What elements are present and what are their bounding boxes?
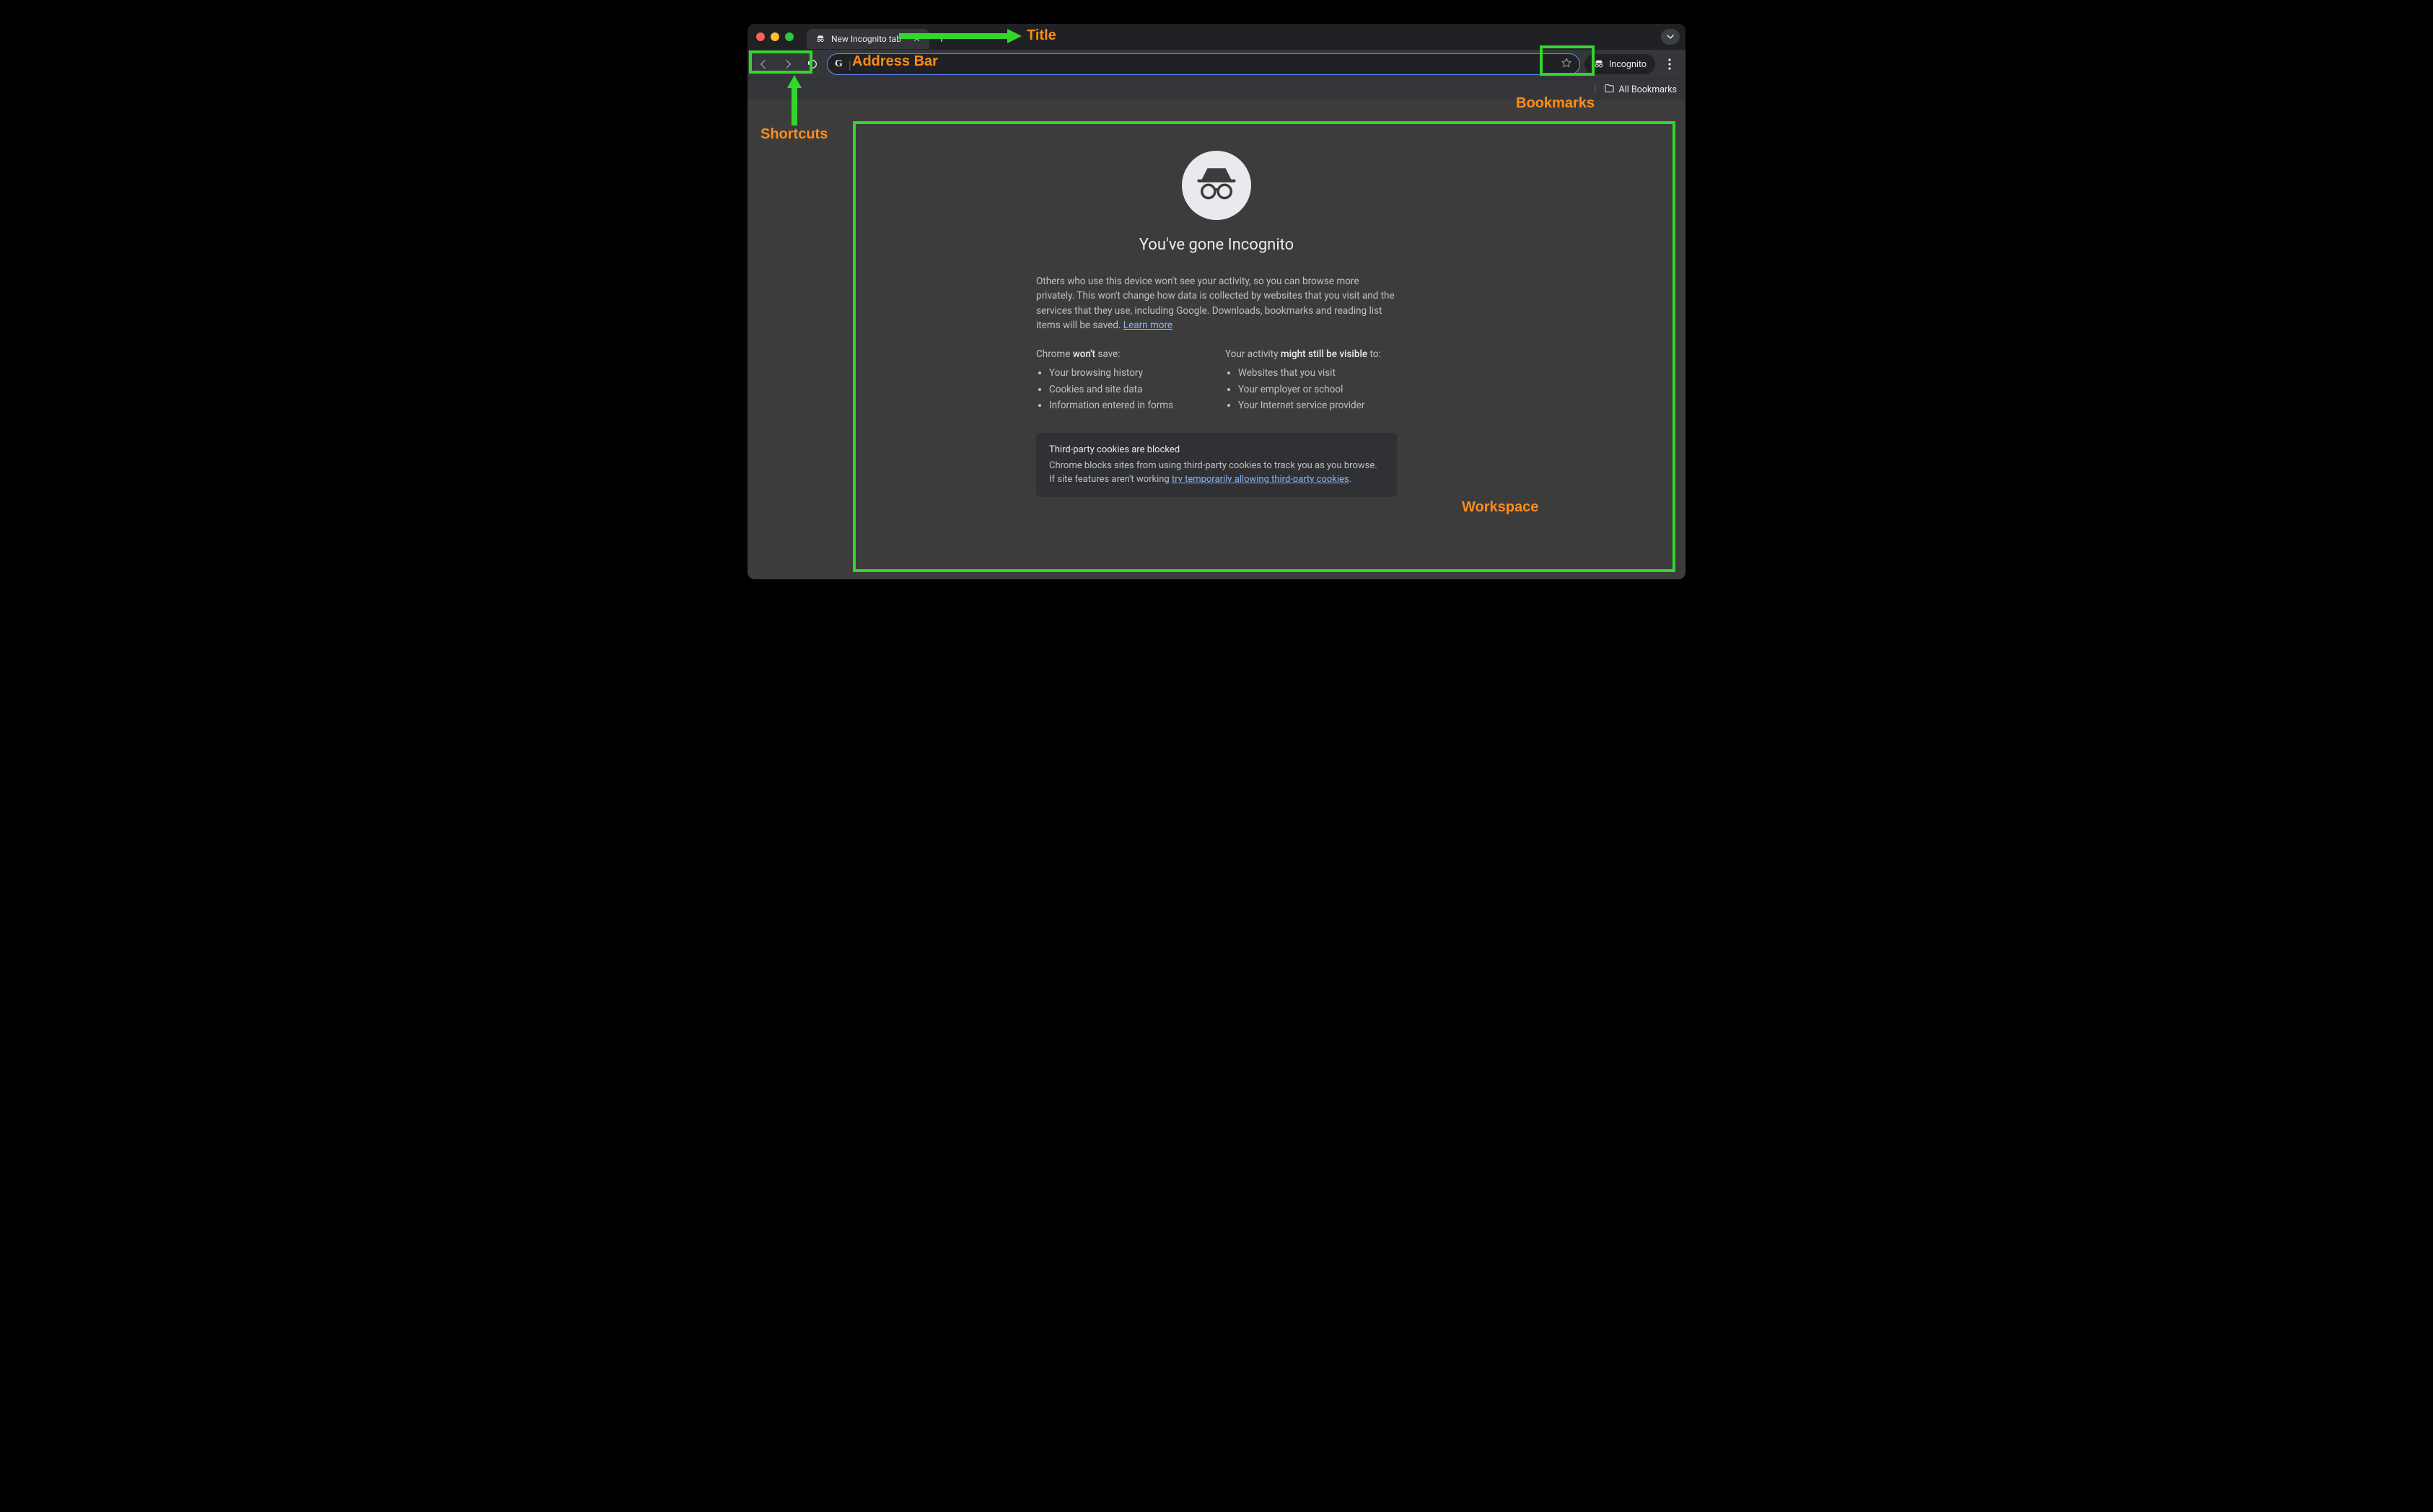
list-item: Your Internet service provider — [1238, 398, 1397, 413]
bookmarks-bar: | All Bookmarks — [748, 79, 1685, 100]
incognito-page: You've gone Incognito Others who use thi… — [986, 100, 1447, 579]
still-visible-heading: Your activity might still be visible to: — [1225, 347, 1397, 361]
incognito-chip-label: Incognito — [1609, 59, 1647, 70]
learn-more-link[interactable]: Learn more — [1123, 320, 1172, 331]
all-bookmarks-button[interactable]: All Bookmarks — [1619, 84, 1678, 95]
search-engine-icon: G — [835, 58, 843, 70]
close-window-button[interactable] — [756, 32, 765, 41]
menu-button[interactable] — [1660, 54, 1680, 74]
page-description: Others who use this device won't see you… — [986, 274, 1447, 333]
omnibox-separator: | — [849, 58, 851, 71]
list-item: Information entered in forms — [1049, 398, 1208, 413]
forward-button[interactable] — [778, 54, 798, 74]
minimize-window-button[interactable] — [771, 32, 779, 41]
cookies-info-box: Third-party cookies are blocked Chrome b… — [1036, 433, 1397, 497]
maximize-window-button[interactable] — [785, 32, 794, 41]
address-bar[interactable]: G | — [827, 53, 1580, 75]
list-item: Your employer or school — [1238, 382, 1397, 397]
incognito-icon — [1593, 58, 1605, 70]
bookmark-star-button[interactable] — [1561, 57, 1572, 71]
wont-save-column: Chrome won't save: Your browsing history… — [1036, 347, 1208, 414]
allow-cookies-link[interactable]: try temporarily allowing third-party coo… — [1172, 474, 1349, 485]
cookies-title: Third-party cookies are blocked — [1049, 443, 1384, 457]
browser-tab[interactable]: New Incognito tab ✕ — [807, 29, 929, 49]
toolbar: G | Incognito — [748, 50, 1685, 79]
browser-window: New Incognito tab ✕ + G | — [748, 24, 1685, 579]
list-item: Cookies and site data — [1049, 382, 1208, 397]
incognito-icon — [815, 34, 825, 44]
folder-icon — [1604, 83, 1615, 97]
list-item: Websites that you visit — [1238, 366, 1397, 380]
tab-strip: New Incognito tab ✕ + — [748, 24, 1685, 50]
cookies-line1: Chrome blocks sites from using third-par… — [1049, 459, 1384, 473]
reload-button[interactable] — [802, 54, 823, 74]
wont-save-heading: Chrome won't save: — [1036, 347, 1208, 361]
back-button[interactable] — [753, 54, 773, 74]
close-tab-button[interactable]: ✕ — [913, 34, 921, 45]
cookies-line2: If site features aren't working try temp… — [1049, 472, 1384, 487]
page-title: You've gone Incognito — [986, 233, 1447, 257]
still-visible-column: Your activity might still be visible to:… — [1225, 347, 1397, 414]
tabs-dropdown-button[interactable] — [1661, 29, 1680, 45]
tab-title: New Incognito tab — [831, 34, 901, 44]
content-area: You've gone Incognito Others who use thi… — [748, 100, 1685, 579]
description-text: Others who use this device won't see you… — [1036, 276, 1395, 331]
window-controls — [756, 32, 794, 41]
new-tab-button[interactable]: + — [935, 31, 948, 46]
incognito-chip[interactable]: Incognito — [1584, 54, 1655, 74]
bookmarks-divider: | — [1594, 84, 1596, 95]
list-item: Your browsing history — [1049, 366, 1208, 380]
incognito-hero-icon — [1182, 151, 1251, 220]
